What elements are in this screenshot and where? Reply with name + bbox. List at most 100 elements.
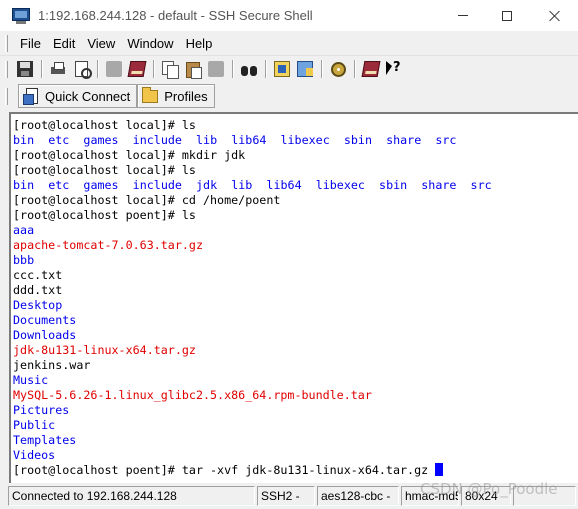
- context-help-button[interactable]: ?: [383, 58, 405, 80]
- quick-connect-label: Quick Connect: [45, 88, 131, 104]
- terminal-line: bin etc games include lib lib64 libexec …: [13, 133, 492, 148]
- terminal-output: [root@localhost local]# ls bin etc games …: [13, 118, 492, 478]
- window-title: 1:192.168.244.128 - default - SSH Secure…: [38, 8, 313, 23]
- file-transfer-button[interactable]: [126, 58, 148, 80]
- terminal-text: aaa: [13, 223, 35, 237]
- terminal-text: libexec: [280, 133, 330, 147]
- toolbar-separator: [354, 60, 356, 78]
- menu-window[interactable]: Window: [121, 36, 179, 51]
- terminal-text: Pictures: [13, 403, 70, 417]
- profile-bar-grip: [5, 87, 8, 105]
- terminal-text: lib64: [231, 133, 267, 147]
- terminal-text: sbin: [343, 133, 372, 147]
- terminal-text: lib: [196, 133, 218, 147]
- terminal-text: [root@localhost local]# mkdir jdk: [13, 148, 246, 162]
- terminal-text: src: [435, 133, 457, 147]
- print-preview-button[interactable]: [70, 58, 92, 80]
- terminal-line: [root@localhost poent]# tar -xvf jdk-8u1…: [13, 463, 492, 478]
- file-transfer-icon: [127, 61, 147, 77]
- menu-file[interactable]: File: [14, 36, 47, 51]
- title-bar: 1:192.168.244.128 - default - SSH Secure…: [0, 0, 578, 31]
- terminal-line: [root@localhost local]# ls: [13, 163, 492, 178]
- terminal-area[interactable]: [root@localhost local]# ls bin etc games …: [9, 112, 578, 483]
- maximize-icon: [502, 10, 512, 21]
- paste-icon: [185, 61, 202, 79]
- find-button[interactable]: [238, 58, 260, 80]
- paste-disabled-button[interactable]: [205, 58, 227, 80]
- save-button[interactable]: [14, 58, 36, 80]
- terminal-text: [root@localhost local]# ls: [13, 118, 196, 132]
- terminal-text: games: [83, 133, 119, 147]
- profiles-button[interactable]: Profiles: [137, 84, 215, 108]
- terminal-text: bin: [13, 133, 35, 147]
- mac-status: hmac-md5 -: [401, 486, 459, 506]
- terminal-line: aaa: [13, 223, 492, 238]
- menu-edit[interactable]: Edit: [47, 36, 81, 51]
- folder-icon: [142, 86, 159, 103]
- terminal-text: libexec: [315, 178, 365, 192]
- menu-grip: [5, 34, 8, 52]
- terminal-text: Downloads: [13, 328, 77, 342]
- terminal-line: Desktop: [13, 298, 492, 313]
- terminal-line: Downloads: [13, 328, 492, 343]
- terminal-line: MySQL-5.6.26-1.linux_glibc2.5.x86_64.rpm…: [13, 388, 492, 403]
- terminal-text: [root@localhost local]# ls: [13, 163, 196, 177]
- profile-bar: Quick Connect Profiles: [0, 82, 578, 110]
- disabled-icon: [106, 61, 122, 77]
- context-help-icon: ?: [386, 60, 402, 77]
- cipher-status: aes128-cbc -: [317, 486, 399, 506]
- toolbar-separator: [232, 60, 234, 78]
- new-file-transfer-button[interactable]: [294, 58, 316, 80]
- terminal-line: jenkins.war: [13, 358, 492, 373]
- binoculars-icon: [241, 61, 257, 77]
- menu-bar: File Edit View Window Help: [0, 31, 578, 56]
- terminal-text: [root@localhost poent]# ls: [13, 208, 196, 222]
- terminal-line: ccc.txt: [13, 268, 492, 283]
- minimize-button[interactable]: [440, 0, 486, 31]
- terminal-line: bin etc games include jdk lib lib64 libe…: [13, 178, 492, 193]
- terminal-text: share: [421, 178, 457, 192]
- minimize-icon: [458, 15, 468, 16]
- print-button[interactable]: [47, 58, 69, 80]
- new-terminal-button[interactable]: [271, 58, 293, 80]
- toolbar-grip: [5, 60, 8, 78]
- terminal-text: jenkins.war: [13, 358, 91, 372]
- terminal-line: [root@localhost local]# cd /home/poent: [13, 193, 492, 208]
- quick-connect-button[interactable]: Quick Connect: [18, 84, 138, 108]
- help-topics-button[interactable]: [360, 58, 382, 80]
- menu-view[interactable]: View: [81, 36, 121, 51]
- menu-help[interactable]: Help: [180, 36, 219, 51]
- terminal-line: Documents: [13, 313, 492, 328]
- terminal-text: include: [132, 178, 182, 192]
- terminal-text: Music: [13, 373, 49, 387]
- paste-button[interactable]: [182, 58, 204, 80]
- settings-button[interactable]: [327, 58, 349, 80]
- terminal-text: src: [470, 178, 492, 192]
- terminal-line: ddd.txt: [13, 283, 492, 298]
- terminal-text: etc: [48, 178, 70, 192]
- terminal-line: Videos: [13, 448, 492, 463]
- save-icon: [17, 61, 33, 77]
- terminal-text: lib64: [266, 178, 302, 192]
- terminal-text: [root@localhost poent]# tar -xvf jdk-8u1…: [13, 463, 436, 477]
- terminal-text: Templates: [13, 433, 77, 447]
- disabled-tool-button[interactable]: [103, 58, 125, 80]
- terminal-text: Public: [13, 418, 56, 432]
- copy-button[interactable]: [159, 58, 181, 80]
- maximize-button[interactable]: [484, 0, 530, 31]
- terminal-line: [root@localhost poent]# ls: [13, 208, 492, 223]
- close-button[interactable]: [532, 0, 578, 31]
- close-icon: [549, 10, 561, 22]
